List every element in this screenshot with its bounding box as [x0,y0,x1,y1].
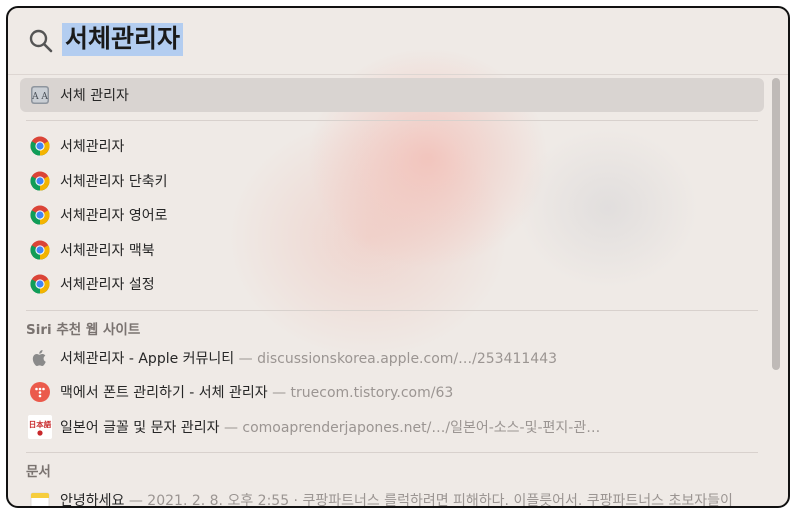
top-hit-label: 서체 관리자 [60,88,129,104]
chrome-icon [30,274,50,294]
chrome-suggestion-row[interactable]: 서체관리자 설정 [20,267,764,302]
nihongo-badge-text: 日本語 [29,419,52,429]
documents-section-title: 문서 [26,464,51,480]
suggestion-label: 서체관리자 단축키 [60,173,168,190]
nihongo-site-icon: 日本語 [28,414,52,439]
scrollbar-thumb[interactable] [772,78,780,370]
font-book-icon: A A [31,86,49,104]
document-item[interactable]: 안녕하세요 — 2021. 2. 8. 오후 2:55 · 쿠팡파트너스 를럭하… [20,483,764,508]
siri-item-tistory[interactable]: 맥에서 폰트 관리하기 - 서체 관리자 — truecom.tistory.c… [20,375,764,410]
search-bar[interactable]: 서체관리자 [8,8,788,75]
chrome-suggestions: 서체관리자 서체관리자 단축키 서체관리자 영어로 서체관리자 맥북 서체관리자… [20,129,764,302]
search-icon [29,29,53,53]
suggestion-label: 서체관리자 설정 [60,277,155,294]
divider [26,120,758,121]
note-icon [30,492,50,506]
tistory-icon [30,382,50,403]
top-hit-row[interactable]: A A 서체 관리자 [20,78,764,112]
svg-text:A A: A A [31,92,48,102]
chrome-icon [30,205,50,225]
chrome-icon [30,171,50,191]
siri-section-title: Siri 추천 웹 사이트 [26,321,141,338]
result-source: — 2021. 2. 8. 오후 2:55 · 쿠팡파트너스 를럭하려면 피해하… [128,493,733,508]
divider [26,309,758,311]
chrome-icon [30,136,50,156]
spotlight-window: 서체관리자 A A 서체 관리자 서체관리자 서체관리자 단축키 서체관리자 영… [6,6,790,508]
chrome-icon [30,240,50,260]
result-title: 맥에서 폰트 관리하기 - 서체 관리자 [60,385,268,402]
chrome-suggestion-row[interactable]: 서체관리자 영어로 [20,198,764,233]
suggestion-label: 서체관리자 맥북 [60,242,155,259]
apple-logo-icon [32,349,46,366]
search-input[interactable]: 서체관리자 [62,23,184,56]
result-source: — comoaprenderjapones.net/…/일본어-소스-및-편지-… [223,419,601,436]
suggestion-label: 서체관리자 영어로 [60,208,168,225]
chrome-suggestion-row[interactable]: 서체관리자 단축키 [20,164,764,199]
siri-item-apple[interactable]: 서체관리자 - Apple 커뮤니티 — discussionskorea.ap… [20,341,764,376]
result-source: — truecom.tistory.com/63 [272,385,454,402]
suggestion-label: 서체관리자 [60,139,125,156]
chrome-suggestion-row[interactable]: 서체관리자 [20,129,764,164]
result-title: 일본어 글꼴 및 문자 관리자 [60,419,220,436]
siri-item-nihongo[interactable]: 日本語 일본어 글꼴 및 문자 관리자 — comoaprenderjapone… [20,410,764,445]
result-title: 서체관리자 - Apple 커뮤니티 [60,350,235,367]
divider [26,452,758,453]
chrome-suggestion-row[interactable]: 서체관리자 맥북 [20,233,764,268]
result-title: 안녕하세요 [60,493,125,508]
results-list: A A 서체 관리자 서체관리자 서체관리자 단축키 서체관리자 영어로 서체관… [20,78,764,508]
result-source: — discussionskorea.apple.com/…/253411443 [238,350,558,367]
